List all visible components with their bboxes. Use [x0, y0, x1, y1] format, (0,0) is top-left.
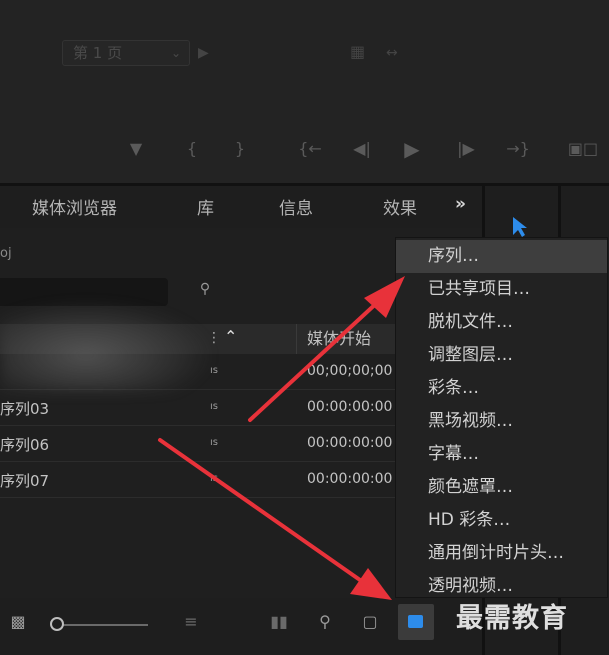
go-to-in-icon[interactable]: {← [296, 136, 324, 162]
row-timecode: 00:00:00:00 [307, 399, 393, 415]
add-marker-icon[interactable]: ▼ [122, 136, 150, 162]
menu-item-hd-bars[interactable]: HD 彩条… [396, 504, 607, 537]
menu-item-color-matte[interactable]: 颜色遮罩… [396, 471, 607, 504]
page-dropdown[interactable]: 第 1 页 ⌄ [62, 40, 190, 66]
find-icon[interactable]: ⚲ [314, 612, 336, 631]
selection-tool-icon[interactable] [511, 216, 529, 238]
menu-item-adjustment-layer[interactable]: 调整图层… [396, 339, 607, 372]
tab-media-browser[interactable]: 媒体浏览器 [32, 194, 117, 219]
drag-audio-icon: ↔ [386, 45, 398, 61]
tab-info[interactable]: 信息 [279, 194, 313, 219]
panel-tab-bar: 媒体浏览器 库 信息 效果 » [0, 186, 482, 228]
new-bin-icon[interactable]: ▢ [358, 612, 382, 631]
program-monitor: 第 1 页 ⌄ ▶ ▦ ↔ ▼ { } {← ◀| ▶ |▶ →} ▣□ [0, 0, 609, 183]
find-bin-icon[interactable]: ⚲ [194, 281, 216, 301]
sequence-icon: ıs [210, 401, 218, 412]
transport-controls: ▼ { } {← ◀| ▶ |▶ →} ▣□ [0, 132, 609, 168]
page-dropdown-value: 第 1 页 [73, 44, 123, 62]
menu-item-sequence[interactable]: 序列… [396, 240, 607, 273]
step-forward-icon[interactable]: |▶ [452, 136, 480, 162]
row-timecode: 00;00;00;00 [307, 363, 393, 379]
chevron-up-icon[interactable]: ⌃ [224, 327, 237, 346]
redaction-blur [0, 300, 215, 392]
tab-effects[interactable]: 效果 [383, 194, 417, 219]
row-name: 序列03 [0, 400, 50, 418]
play-icon[interactable]: ▶ [398, 136, 426, 162]
zoom-slider[interactable] [56, 624, 148, 626]
row-name: 序列06 [0, 436, 50, 454]
menu-item-black-video[interactable]: 黑场视频… [396, 405, 607, 438]
project-name: oj [0, 246, 12, 261]
new-item-menu: 序列… 已共享项目… 脱机文件… 调整图层… 彩条… 黑场视频… 字幕… 颜色遮… [395, 237, 608, 598]
zoom-slider-handle[interactable] [50, 617, 64, 631]
menu-item-shared-project[interactable]: 已共享项目… [396, 273, 607, 306]
play-small-icon: ▶ [198, 45, 209, 61]
mark-in-icon[interactable]: { [178, 136, 206, 162]
new-item-button[interactable] [398, 604, 434, 640]
chevron-down-icon: ⌄ [170, 46, 181, 60]
row-name: 序列07 [0, 472, 50, 490]
watermark-logo: 最需教育 [456, 603, 568, 634]
settings-panel-icon: ▦ [350, 42, 366, 61]
sequence-icon: ıs [210, 437, 218, 448]
mark-out-icon[interactable]: } [226, 136, 254, 162]
menu-item-bars-and-tone[interactable]: 彩条… [396, 372, 607, 405]
go-to-out-icon[interactable]: →} [504, 136, 532, 162]
row-timecode: 00:00:00:00 [307, 435, 393, 451]
tab-overflow[interactable]: » [455, 194, 466, 214]
row-timecode: 00:00:00:00 [307, 471, 393, 487]
freeform-view-icon[interactable]: ▩ [6, 612, 30, 631]
sort-icon[interactable]: ≡ [180, 612, 202, 631]
export-frame-icon[interactable]: ▣□ [566, 136, 600, 162]
automate-icon[interactable]: ▮▮ [266, 612, 292, 631]
sequence-icon: ıs [210, 473, 218, 484]
tab-libraries[interactable]: 库 [197, 194, 214, 219]
menu-item-offline-file[interactable]: 脱机文件… [396, 306, 607, 339]
menu-item-captions[interactable]: 字幕… [396, 438, 607, 471]
step-back-icon[interactable]: ◀| [348, 136, 376, 162]
column-media-start[interactable]: 媒体开始 [296, 324, 371, 354]
menu-item-countdown-leader[interactable]: 通用倒计时片头… [396, 537, 607, 570]
new-item-icon [408, 615, 423, 628]
